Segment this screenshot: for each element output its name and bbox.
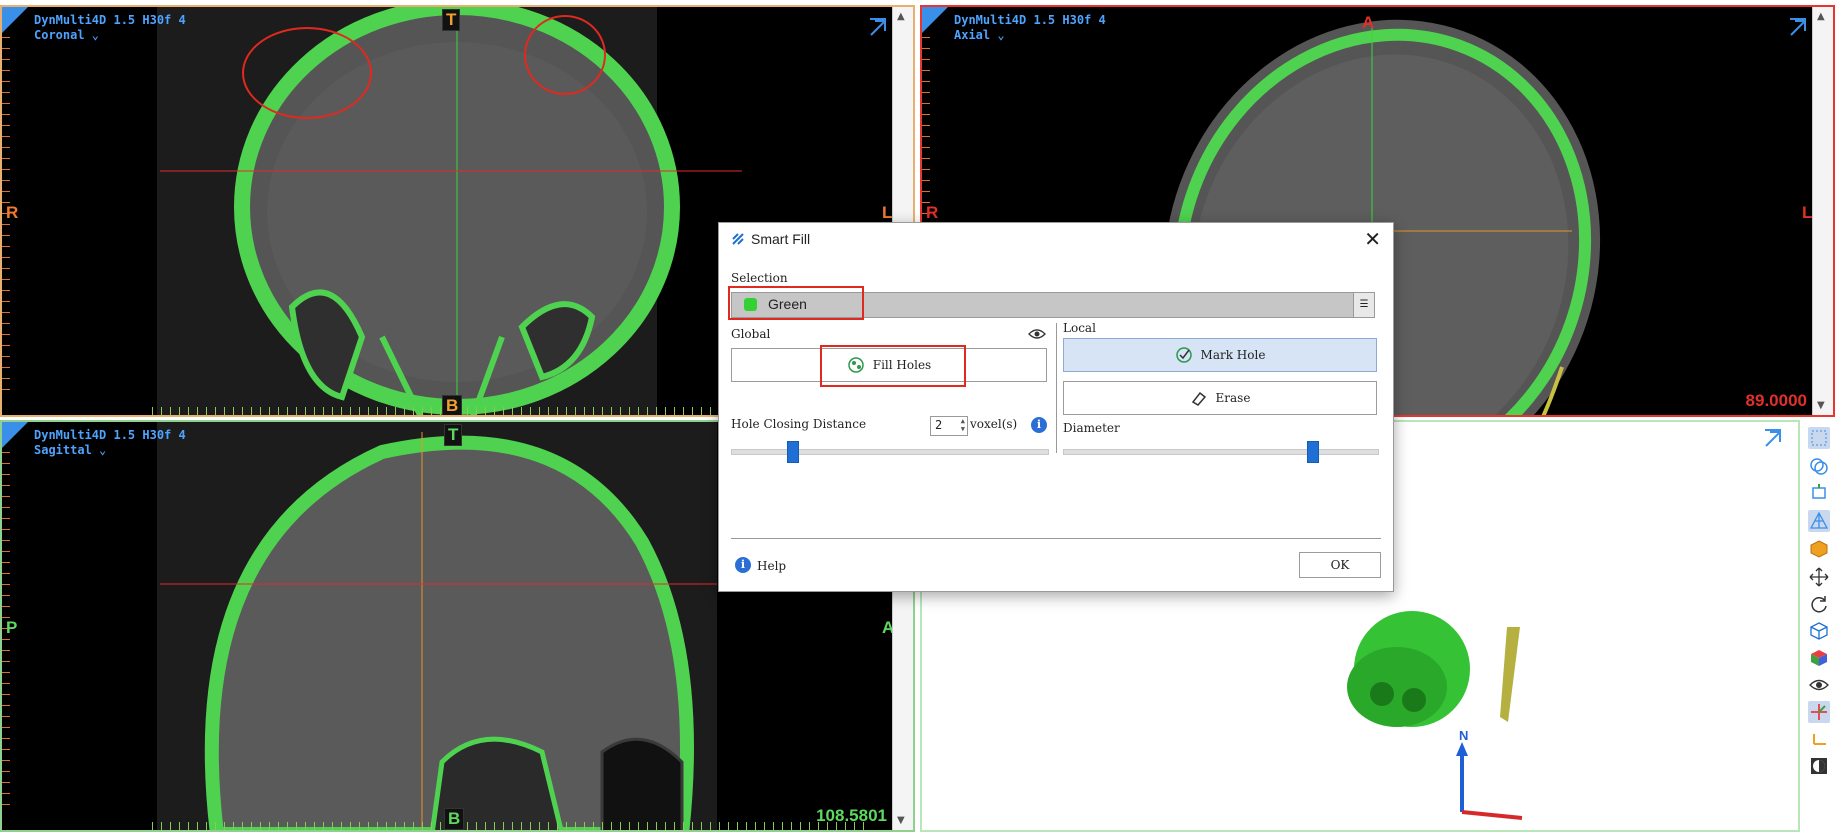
help-link[interactable]: Help [757, 559, 786, 573]
eraser-icon [1191, 391, 1206, 406]
move-icon[interactable] [1808, 566, 1830, 588]
global-label: Global [731, 327, 771, 341]
orientation-right: L [1802, 203, 1813, 222]
box-icon[interactable] [1808, 620, 1830, 642]
cube-color-icon[interactable] [1808, 538, 1830, 560]
axes-icon[interactable] [1808, 701, 1830, 723]
viewport-corner-marker [922, 7, 948, 33]
color-cube-icon[interactable] [1808, 647, 1830, 669]
orientation-left: R [6, 203, 19, 222]
viewport-info: DynMulti4D 1.5 H30f 4 Sagittal ⌄ [34, 428, 186, 458]
diameter-label: Diameter [1063, 421, 1120, 435]
mark-hole-button[interactable]: Mark Hole [1063, 338, 1377, 372]
mark-hole-icon [1175, 347, 1192, 363]
hole-distance-slider[interactable] [731, 441, 1049, 463]
horizontal-ruler [152, 822, 872, 830]
app-logo-icon [732, 233, 744, 245]
eye-icon[interactable] [1808, 674, 1830, 696]
axes-small-icon[interactable] [1808, 728, 1830, 750]
mesh-icon[interactable] [1808, 510, 1830, 532]
hole-distance-label: Hole Closing Distance [731, 417, 867, 431]
orientation-bottom: B [442, 395, 463, 415]
hole-distance-value: 2 [935, 418, 943, 432]
slider-handle[interactable] [787, 441, 800, 463]
hole-distance-unit: voxel(s) [970, 417, 1018, 431]
section-divider [1056, 323, 1057, 453]
axis-label-n: N [1459, 728, 1469, 743]
annotation-box-fill-holes [820, 345, 966, 387]
overlay-icon[interactable] [1808, 455, 1830, 477]
rotate-icon[interactable] [1808, 593, 1830, 615]
crop-icon[interactable] [1808, 482, 1830, 504]
expand-icon[interactable] [1787, 17, 1809, 39]
erase-button[interactable]: Erase [1063, 381, 1377, 415]
view-selector[interactable]: Axial ⌄ [954, 28, 1106, 43]
close-icon[interactable]: ✕ [1364, 227, 1381, 252]
viewport-corner-marker [2, 7, 28, 33]
view-selector[interactable]: Coronal ⌄ [34, 28, 186, 43]
contrast-icon[interactable] [1808, 755, 1830, 777]
orientation-left: P [6, 618, 18, 637]
slice-position-readout: 89.0000 [1745, 391, 1807, 410]
smart-fill-dialog: Smart Fill ✕ Selection Green ☰ Global Lo… [718, 222, 1394, 592]
stepper-arrows-icon[interactable]: ▲ ▼ [961, 417, 965, 433]
slider-handle[interactable] [1307, 441, 1320, 463]
orientation-left: R [926, 203, 939, 222]
viewport-info: DynMulti4D 1.5 H30f 4 Axial ⌄ [954, 13, 1106, 43]
local-label: Local [1063, 321, 1096, 335]
help-icon[interactable]: i [735, 557, 751, 573]
orientation-right: L [882, 203, 893, 222]
dialog-title: Smart Fill [731, 231, 810, 247]
expand-icon[interactable] [1762, 428, 1784, 450]
orientation-bottom: B [444, 808, 465, 830]
annotation-box-selection [728, 286, 864, 320]
ok-button[interactable]: OK [1299, 552, 1381, 578]
series-info: DynMulti4D 1.5 H30f 4 [34, 428, 186, 442]
series-info: DynMulti4D 1.5 H30f 4 [34, 13, 186, 27]
orientation-top: T [444, 424, 463, 446]
annotation-ellipse-left [242, 27, 372, 119]
diameter-slider[interactable] [1063, 441, 1379, 463]
series-info: DynMulti4D 1.5 H30f 4 [954, 13, 1106, 27]
expand-icon[interactable] [867, 17, 889, 39]
info-icon[interactable]: i [1031, 417, 1047, 433]
annotation-ellipse-right [524, 15, 606, 95]
view-toolbar [1803, 425, 1835, 805]
eye-icon[interactable] [1028, 327, 1046, 341]
list-menu-icon[interactable]: ☰ [1353, 293, 1374, 317]
selection-label: Selection [731, 271, 788, 285]
hole-distance-stepper[interactable]: 2 ▲ ▼ [930, 416, 968, 436]
viewport-info: DynMulti4D 1.5 H30f 4 Coronal ⌄ [34, 13, 186, 43]
vertical-scrollbar[interactable]: ▲ ▼ [1812, 7, 1833, 415]
orientation-top: T [442, 9, 461, 31]
grid-icon[interactable] [1808, 427, 1830, 449]
orientation-top: A [1362, 13, 1375, 32]
slice-position-readout: 108.5801 [816, 806, 887, 825]
footer-divider [731, 538, 1381, 539]
view-selector[interactable]: Sagittal ⌄ [34, 443, 186, 458]
viewport-corner-marker [2, 422, 28, 448]
